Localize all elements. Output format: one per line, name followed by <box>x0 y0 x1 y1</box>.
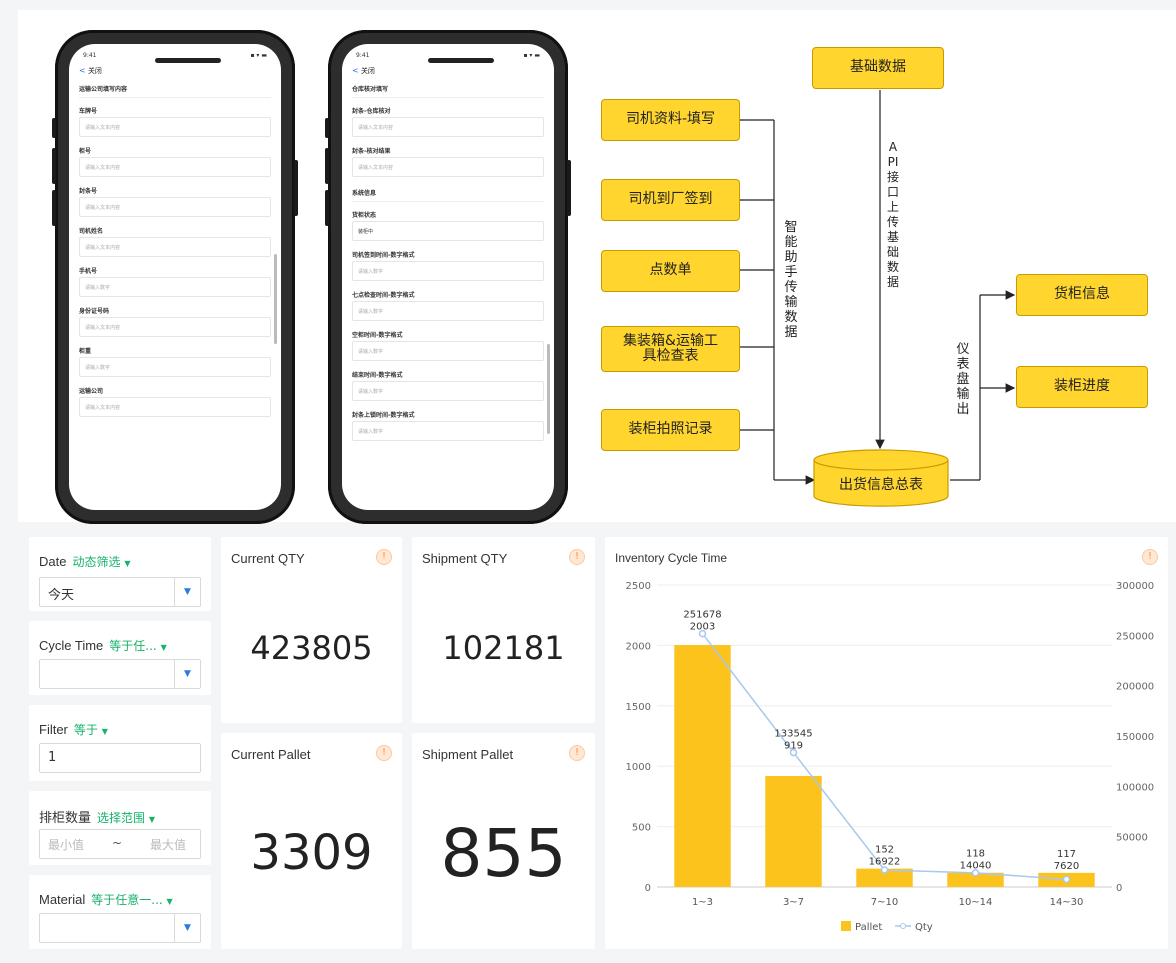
pallet-data-label: 919 <box>784 741 803 752</box>
chart-svg: 0 500 1000 1500 2000 2500 0 50000 100000 150000 20… <box>626 581 1155 933</box>
filter-card: Filter 等于 ▼ 1 <box>29 705 211 781</box>
flow-input-count-sheet: 点数单 <box>601 250 740 292</box>
x-tick-label: 10~14 <box>959 897 993 908</box>
flow-input-loading-photos: 装柜拍照记录 <box>601 409 740 451</box>
x-tick-label: 7~10 <box>871 897 898 908</box>
kpi-title: Shipment QTY <box>422 551 508 566</box>
bar <box>765 775 822 887</box>
filter-operator[interactable]: 等于 ▼ <box>74 723 108 737</box>
qty-data-label: 14040 <box>960 861 992 872</box>
y2-tick-label: 200000 <box>1116 682 1154 693</box>
kpi-value: 855 <box>440 815 567 892</box>
x-tick-label: 14~30 <box>1050 897 1084 908</box>
ranking-filter-card: 排柜数量 选择范围 ▼ 最小值 ~ 最大值 <box>29 791 211 865</box>
kpi-value: 102181 <box>442 629 565 667</box>
cycle-time-select[interactable]: ▼ <box>39 659 201 689</box>
kpi-value: 3309 <box>250 825 373 881</box>
legend-pallet-label: Pallet <box>855 922 882 933</box>
pallet-data-label: 118 <box>966 849 985 860</box>
kpi-current-qty: Current QTY ! 423805 <box>221 537 402 723</box>
cycle-time-filter-card: Cycle Time 等于任... ▼ ▼ <box>29 621 211 695</box>
info-icon[interactable]: ! <box>569 745 585 761</box>
kpi-title: Current Pallet <box>231 747 311 762</box>
chevron-down-icon[interactable]: ▼ <box>174 660 200 688</box>
kpi-current-pallet: Current Pallet ! 3309 <box>221 733 402 949</box>
chevron-down-icon[interactable]: ▼ <box>174 578 200 606</box>
api-upload-label: API接口上传基础数据 <box>886 140 899 289</box>
filter-operator[interactable]: 动态筛选 ▼ <box>72 555 130 569</box>
qty-data-label: 251678 <box>683 610 721 621</box>
y-tick-label: 2000 <box>626 641 651 652</box>
dashboard-output-label: 仪表盘输出 <box>956 342 970 417</box>
filter-operator[interactable]: 等于任意一... ▼ <box>91 893 172 907</box>
y-tick-label: 1500 <box>626 702 651 713</box>
qty-data-label: 7620 <box>1054 861 1079 872</box>
y2-tick-label: 50000 <box>1116 833 1148 844</box>
date-filter-card: Date 动态筛选 ▼ 今天 ▼ <box>29 537 211 611</box>
y2-tick-label: 0 <box>1116 883 1122 894</box>
summary-table-label: 出货信息总表 <box>839 477 923 494</box>
flow-arrows <box>740 90 1016 485</box>
date-select[interactable]: 今天 ▼ <box>39 577 201 607</box>
filter-label: 排柜数量 <box>39 810 92 825</box>
flow-input-container-checklist: 集装箱&运输工具检查表 <box>601 326 740 372</box>
legend-pallet-swatch <box>841 921 851 931</box>
kpi-title: Current QTY <box>231 551 305 566</box>
filter-label: Filter <box>39 722 68 737</box>
pallet-data-label: 152 <box>875 845 894 856</box>
info-icon[interactable]: ! <box>376 745 392 761</box>
filter-label: Date <box>39 554 67 569</box>
flow-input-driver-info: 司机资料-填写 <box>601 99 740 141</box>
top-panel: 9:41 ▪ ▾ ▬ < 关闭 运输公司填写内容 车牌号 请输入文本内容 柜号 请输入文本… <box>18 10 1176 524</box>
filter-label: Cycle Time <box>39 638 104 653</box>
filter-input[interactable]: 1 <box>39 743 201 773</box>
pallet-data-label: 117 <box>1057 849 1076 860</box>
min-input[interactable]: 最小值 <box>48 836 84 852</box>
kpi-shipment-pallet: Shipment Pallet ! 855 <box>412 733 595 949</box>
kpi-shipment-qty: Shipment QTY ! 102181 <box>412 537 595 723</box>
flow-input-driver-checkin: 司机到厂签到 <box>601 179 740 221</box>
qty-line <box>701 633 1067 881</box>
qty-point <box>1062 875 1071 884</box>
material-select[interactable]: ▼ <box>39 913 201 943</box>
assistant-transfer-label: 智能助手传输数据 <box>784 220 798 340</box>
y-tick-label: 500 <box>632 823 651 834</box>
y-tick-label: 0 <box>645 883 651 894</box>
material-filter-card: Material 等于任意一... ▼ ▼ <box>29 875 211 949</box>
info-icon[interactable]: ! <box>569 549 585 565</box>
y2-tick-label: 100000 <box>1116 782 1154 793</box>
filter-operator[interactable]: 选择范围 ▼ <box>97 811 155 825</box>
y2-tick-label: 300000 <box>1116 581 1154 592</box>
x-tick-label: 3~7 <box>783 897 804 908</box>
kpi-title: Shipment Pallet <box>422 747 514 762</box>
filter-operator[interactable]: 等于任... ▼ <box>109 639 166 653</box>
base-data-box: 基础数据 <box>812 47 944 89</box>
flow-output-loading-progress: 装柜进度 <box>1016 366 1148 408</box>
kpi-value: 423805 <box>250 629 373 667</box>
max-input[interactable]: 最大值 <box>150 836 186 852</box>
legend-qty-label: Qty <box>915 922 933 933</box>
y2-tick-label: 150000 <box>1116 732 1154 743</box>
filter-label: Material <box>39 892 86 907</box>
qty-data-label: 133545 <box>774 729 812 740</box>
inventory-cycle-chart-card: Inventory Cycle Time ! 0 500 1000 1500 2000 2… <box>605 537 1168 949</box>
y2-tick-label: 250000 <box>1116 631 1154 642</box>
qty-point <box>880 866 889 874</box>
legend-qty-marker <box>900 923 906 929</box>
pallet-data-label: 2003 <box>690 622 715 633</box>
bar <box>674 645 731 887</box>
y-tick-label: 2500 <box>626 581 651 592</box>
flow-output-container-info: 货柜信息 <box>1016 274 1148 316</box>
y-tick-label: 1000 <box>626 762 651 773</box>
chevron-down-icon[interactable]: ▼ <box>174 914 200 942</box>
info-icon[interactable]: ! <box>376 549 392 565</box>
qty-data-label: 16922 <box>869 857 901 868</box>
x-tick-label: 1~3 <box>692 897 713 908</box>
range-input[interactable]: 最小值 ~ 最大值 <box>39 829 201 859</box>
